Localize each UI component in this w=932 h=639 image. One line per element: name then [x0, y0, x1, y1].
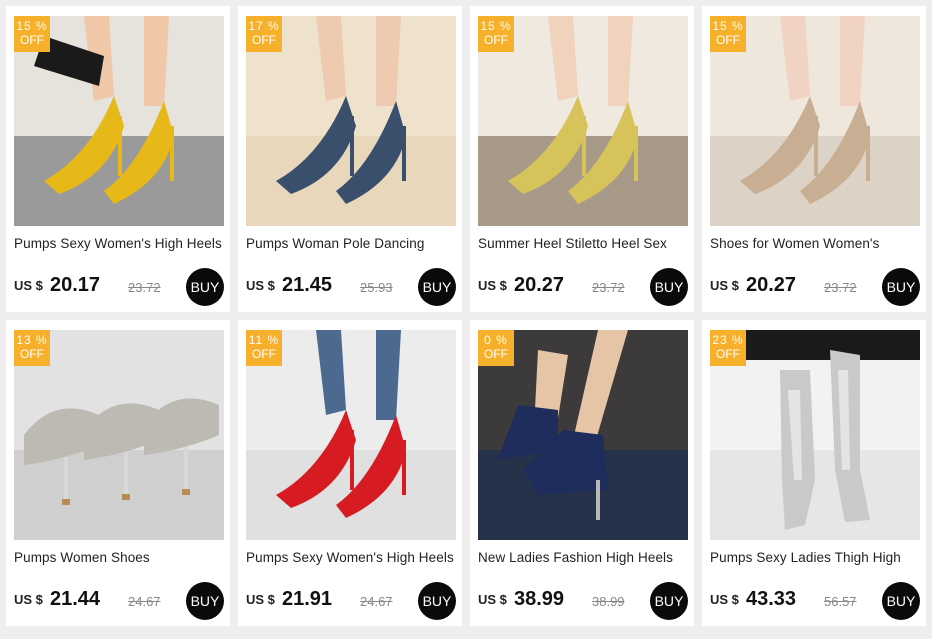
price-row: US $ 20.17 23.72 BUY: [14, 268, 224, 306]
sale-price: 21.45: [282, 274, 333, 296]
shoe-heel: [170, 126, 174, 181]
shoe-heel: [64, 457, 68, 502]
original-price: 25.93: [360, 280, 393, 295]
product-title[interactable]: Pumps Sexy Ladies Thigh High: [710, 550, 922, 565]
product-card[interactable]: 11 % OFF Pumps Sexy Women's High Heels US…: [238, 320, 462, 626]
product-grid: 15 % OFF Pumps Sexy Women's High Heels US…: [6, 6, 926, 626]
product-card[interactable]: 15 % OFF Pumps Sexy Women's High Heels US…: [6, 6, 230, 312]
product-title[interactable]: Pumps Sexy Women's High Heels: [14, 236, 226, 251]
price-row: US $ 43.33 56.57 BUY: [710, 582, 920, 620]
photo-floor: [14, 450, 224, 540]
currency-label: US $: [246, 278, 275, 293]
shoe-heel: [582, 116, 586, 176]
shoe-heel: [350, 430, 354, 490]
shoe-heel: [402, 440, 406, 495]
shoe-heel: [184, 447, 188, 492]
photo-floor: [710, 450, 920, 540]
price-row: US $ 20.27 23.72 BUY: [710, 268, 920, 306]
product-card[interactable]: 23 % OFF Pumps Sexy Ladies Thigh High US …: [702, 320, 926, 626]
sale-price: 20.27: [514, 274, 565, 296]
buy-button[interactable]: BUY: [186, 268, 224, 306]
product-title[interactable]: Shoes for Women Women's: [710, 236, 922, 251]
product-title[interactable]: Summer Heel Stiletto Heel Sex: [478, 236, 690, 251]
original-price: 23.72: [128, 280, 161, 295]
buy-button[interactable]: BUY: [882, 268, 920, 306]
product-title[interactable]: New Ladies Fashion High Heels: [478, 550, 690, 565]
original-price: 38.99: [592, 594, 625, 609]
sale-price: 20.27: [746, 274, 797, 296]
sale-price: 20.17: [50, 274, 101, 296]
shoe-heel: [814, 116, 818, 176]
discount-badge: 15 % OFF: [710, 16, 746, 52]
original-price: 24.67: [360, 594, 393, 609]
shoe-heel-tip: [62, 499, 70, 505]
product-card[interactable]: 13 % OFF Pumps Women Shoes US $ 21.44 24.…: [6, 320, 230, 626]
buy-button[interactable]: BUY: [418, 582, 456, 620]
sale-price: 43.33: [746, 588, 797, 610]
price-row: US $ 21.44 24.67 BUY: [14, 582, 224, 620]
buy-button[interactable]: BUY: [650, 268, 688, 306]
shoe-heel: [124, 452, 128, 497]
discount-badge: 17 % OFF: [246, 16, 282, 52]
buy-button[interactable]: BUY: [882, 582, 920, 620]
original-price: 56.57: [824, 594, 857, 609]
product-title[interactable]: Pumps Sexy Women's High Heels: [246, 550, 458, 565]
currency-label: US $: [14, 278, 43, 293]
currency-label: US $: [14, 592, 43, 607]
product-title[interactable]: Pumps Women Shoes: [14, 550, 226, 565]
product-card[interactable]: 0 % OFF New Ladies Fashion High Heels US …: [470, 320, 694, 626]
shoe-heel: [118, 116, 122, 176]
shoe-heel: [402, 126, 406, 181]
shoe-heel: [866, 126, 870, 181]
discount-badge: 15 % OFF: [478, 16, 514, 52]
shoe-heel-tip: [182, 489, 190, 495]
shoe-heel-tip: [122, 494, 130, 500]
product-card[interactable]: 17 % OFF Pumps Woman Pole Dancing US $ 21…: [238, 6, 462, 312]
price-row: US $ 21.91 24.67 BUY: [246, 582, 456, 620]
product-card[interactable]: 15 % OFF Shoes for Women Women's US $ 20.…: [702, 6, 926, 312]
product-card[interactable]: 15 % OFF Summer Heel Stiletto Heel Sex US…: [470, 6, 694, 312]
discount-badge: 23 % OFF: [710, 330, 746, 366]
discount-badge: 0 % OFF: [478, 330, 514, 366]
sale-price: 21.91: [282, 588, 333, 610]
sale-price: 21.44: [50, 588, 101, 610]
shoe-heel: [634, 126, 638, 181]
currency-label: US $: [246, 592, 275, 607]
currency-label: US $: [478, 278, 507, 293]
discount-badge: 15 % OFF: [14, 16, 50, 52]
sale-price: 38.99: [514, 588, 565, 610]
buy-button[interactable]: BUY: [418, 268, 456, 306]
buy-button[interactable]: BUY: [650, 582, 688, 620]
original-price: 24.67: [128, 594, 161, 609]
original-price: 23.72: [592, 280, 625, 295]
original-price: 23.72: [824, 280, 857, 295]
price-row: US $ 21.45 25.93 BUY: [246, 268, 456, 306]
buy-button[interactable]: BUY: [186, 582, 224, 620]
shoe-heel: [596, 480, 600, 520]
discount-badge: 13 % OFF: [14, 330, 50, 366]
currency-label: US $: [710, 592, 739, 607]
price-row: US $ 38.99 38.99 BUY: [478, 582, 688, 620]
product-title[interactable]: Pumps Woman Pole Dancing: [246, 236, 458, 251]
currency-label: US $: [710, 278, 739, 293]
shoe-heel: [350, 116, 354, 176]
currency-label: US $: [478, 592, 507, 607]
discount-badge: 11 % OFF: [246, 330, 282, 366]
price-row: US $ 20.27 23.72 BUY: [478, 268, 688, 306]
